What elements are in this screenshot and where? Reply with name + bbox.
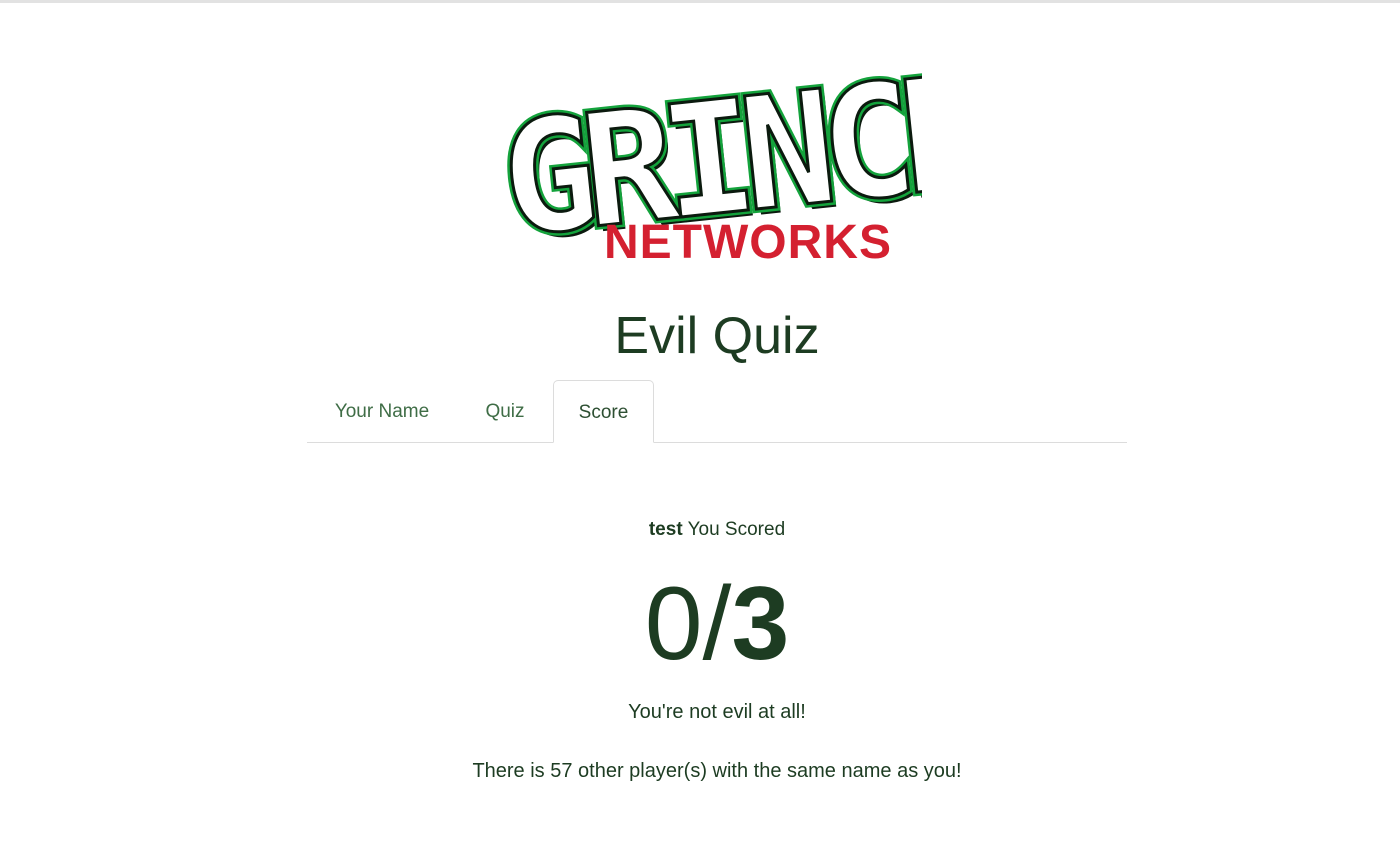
grinch-networks-logo: GRINCH GRINCH GRINCH NETWORKS	[496, 48, 922, 266]
tab-your-name[interactable]: Your Name	[307, 380, 457, 441]
score-separator: /	[702, 566, 732, 682]
quiz-tabs: Your Name Quiz Score	[307, 380, 1127, 443]
score-heading: test You Scored	[0, 519, 1400, 541]
top-border	[0, 0, 1400, 3]
score-total: 3	[731, 566, 790, 682]
verdict-text: You're not evil at all!	[628, 701, 806, 723]
score-correct: 0	[644, 566, 703, 682]
player-name: test	[648, 519, 683, 540]
same-name-message: There is 57 other player(s) with the sam…	[472, 760, 962, 782]
tab-score[interactable]: Score	[553, 380, 654, 443]
tab-quiz[interactable]: Quiz	[457, 380, 553, 441]
score-display: 0/3	[0, 569, 1400, 679]
scored-label: You Scored	[687, 519, 786, 540]
page-title: Evil Quiz	[614, 307, 820, 365]
svg-text:NETWORKS: NETWORKS	[604, 216, 892, 266]
